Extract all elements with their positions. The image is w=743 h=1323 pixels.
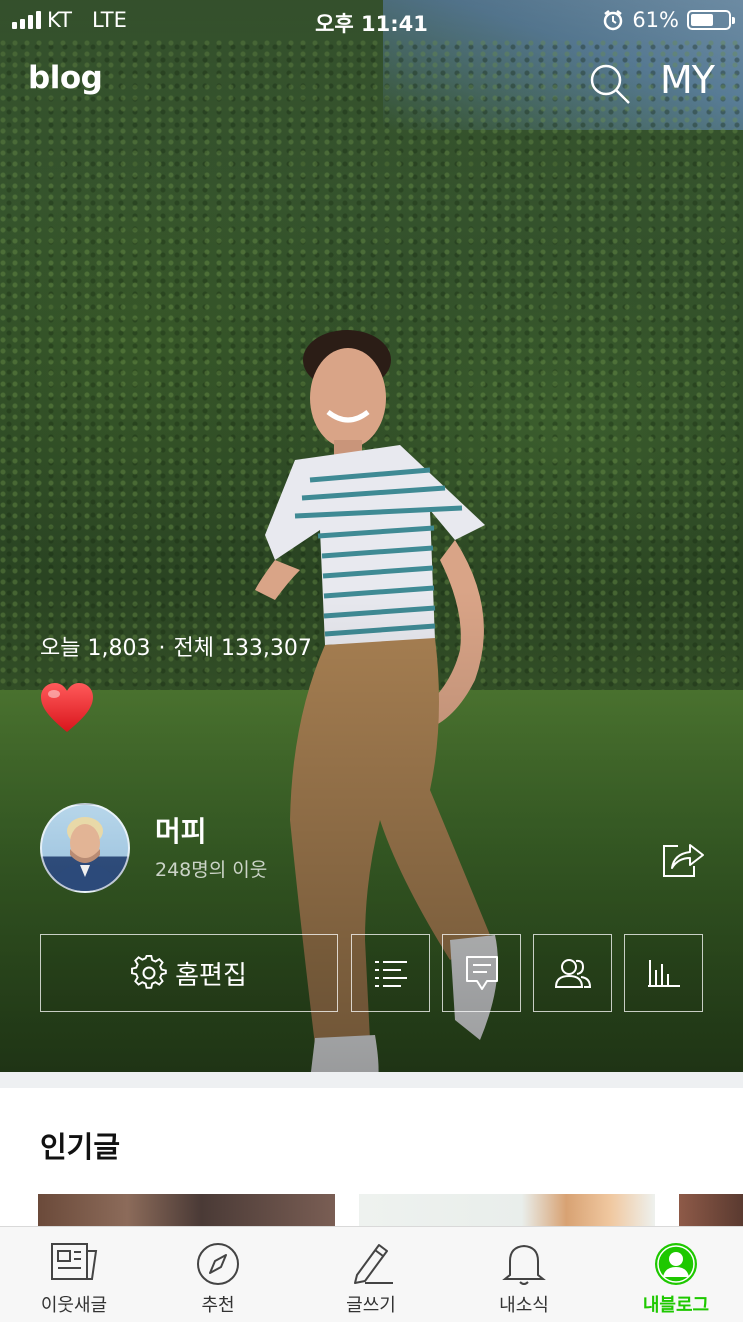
stats-button[interactable] [624, 934, 703, 1012]
profile-icon [655, 1243, 697, 1285]
avatar-image [50, 817, 120, 891]
post-icon [465, 956, 498, 990]
blog-nickname[interactable]: 머피 [155, 810, 207, 850]
settings-icon [131, 955, 167, 989]
neighbors-icon [554, 959, 591, 988]
popular-posts-title: 인기글 [40, 1130, 121, 1164]
tab-write[interactable]: 글쓰기 [297, 1227, 445, 1323]
tab-recommend[interactable]: 추천 [144, 1227, 292, 1323]
tab-label: 내소식 [499, 1295, 549, 1316]
battery-icon [687, 10, 735, 30]
stats-separator: · [158, 636, 166, 661]
cover-image [0, 0, 743, 1072]
share-icon[interactable] [660, 840, 706, 880]
tab-label: 추천 [201, 1295, 235, 1316]
battery-percent: 61% [632, 8, 679, 32]
tab-neighbor-news[interactable]: 이웃새글 [0, 1227, 148, 1323]
home-edit-label: 홈편집 [175, 960, 247, 991]
newspaper-icon [51, 1243, 98, 1280]
tab-my-blog[interactable]: 내블로그 [602, 1227, 743, 1323]
stats-icon [647, 960, 680, 987]
tab-label: 내블로그 [642, 1295, 710, 1316]
avatar[interactable] [40, 803, 130, 893]
my-button[interactable]: MY [660, 58, 715, 102]
today-visitors: 오늘 1,803 [40, 636, 151, 661]
status-bar: KT LTE 오후 11:41 61% [0, 0, 743, 42]
home-edit-button[interactable]: 홈편집 [40, 934, 338, 1012]
bottom-tab-bar: 이웃새글 추천 글쓰기 내소식 내블로그 [0, 1226, 743, 1322]
heart-icon [41, 683, 93, 732]
blog-logo[interactable]: blog [28, 60, 103, 96]
cover-shade [0, 0, 743, 1072]
tab-notifications[interactable]: 내소식 [450, 1227, 598, 1323]
search-icon[interactable] [588, 62, 632, 106]
total-visitors: 전체 133,307 [173, 636, 312, 661]
post-list-button[interactable] [351, 934, 430, 1012]
tab-label: 이웃새글 [40, 1295, 108, 1316]
pencil-icon [354, 1244, 393, 1284]
guestbook-button[interactable] [442, 934, 521, 1012]
visitor-stats: 오늘 1,803 · 전체 133,307 [40, 630, 312, 662]
section-divider [0, 1072, 743, 1088]
alarm-icon [604, 10, 623, 31]
bell-icon [502, 1244, 546, 1285]
compass-icon [197, 1243, 239, 1285]
list-icon [374, 961, 407, 987]
neighbors-button[interactable] [533, 934, 612, 1012]
tab-label: 글쓰기 [346, 1295, 396, 1316]
neighbor-count[interactable]: 248명의 이웃 [155, 855, 267, 882]
